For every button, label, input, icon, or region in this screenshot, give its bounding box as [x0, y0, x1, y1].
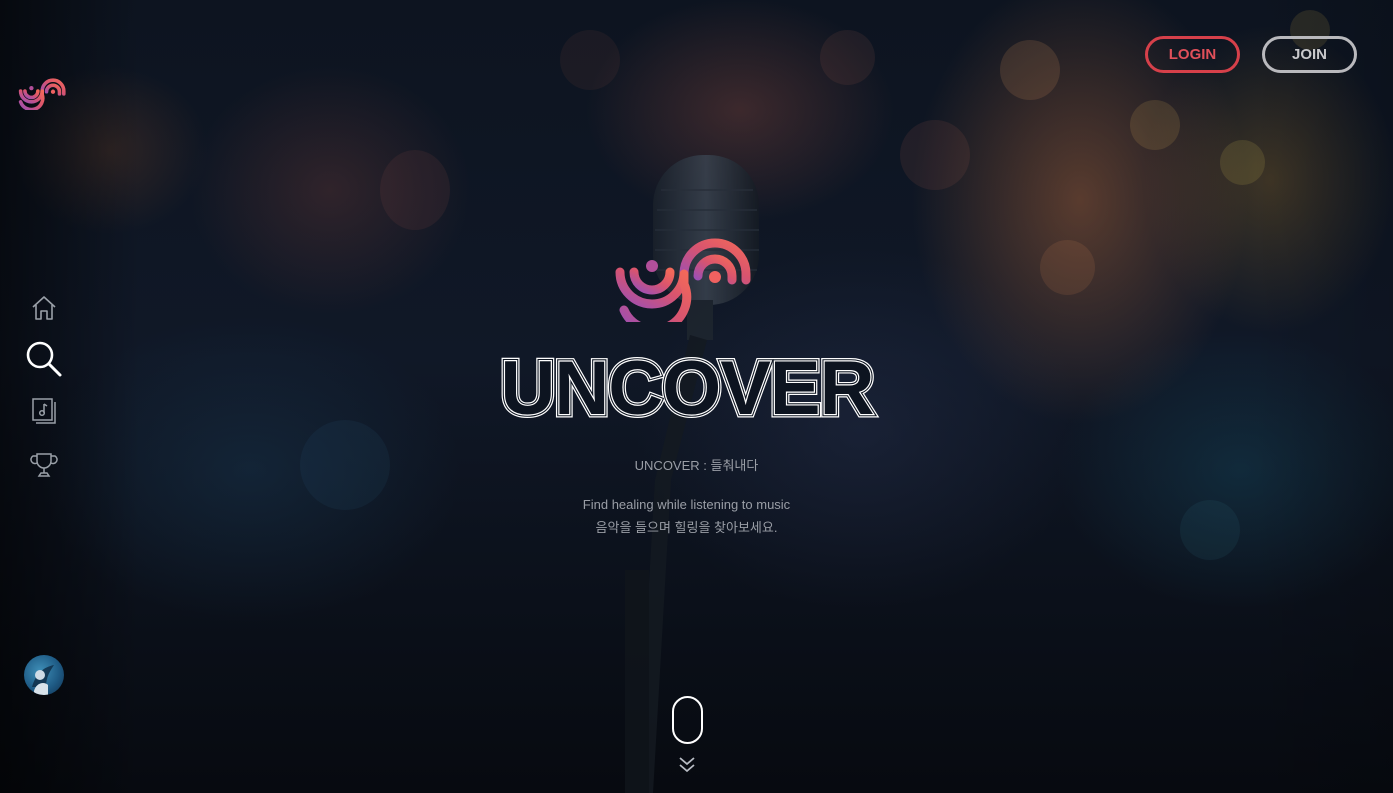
hero-description-en: Find healing while listening to music	[582, 497, 791, 512]
login-button[interactable]: LOGIN	[1145, 36, 1240, 73]
uncover-logo	[615, 238, 751, 322]
landing-page: LOGIN JOIN UNCOVER UNCOVER UNCOVER UNCOV…	[0, 0, 1393, 793]
bokeh-light	[820, 30, 875, 85]
sidebar-item-chart[interactable]	[22, 445, 66, 485]
hero-description-ko: 음악을 들으며 힐링을 찾아보세요.	[595, 520, 778, 535]
hero-title: UNCOVER UNCOVER UNCOVER UNCOVER	[497, 350, 878, 424]
bokeh-light	[560, 30, 620, 90]
sidebar	[0, 0, 88, 793]
avatar-image	[32, 665, 54, 695]
sidebar-item-search[interactable]	[22, 339, 66, 379]
hero-tagline: UNCOVER : 들춰내다	[634, 458, 759, 473]
sidebar-item-home[interactable]	[22, 288, 66, 328]
search-icon	[26, 341, 62, 377]
bokeh-light	[1040, 240, 1095, 295]
join-button[interactable]: JOIN	[1262, 36, 1357, 73]
bokeh-light	[1000, 40, 1060, 100]
music-playlist-icon	[32, 398, 56, 424]
home-icon	[32, 296, 56, 320]
trophy-icon	[30, 453, 58, 477]
bokeh-light	[1220, 140, 1265, 185]
sidebar-item-playlist[interactable]	[22, 391, 66, 431]
bokeh-light	[900, 120, 970, 190]
hero-title-core: UNCOVER	[500, 350, 873, 424]
bokeh-light	[1130, 100, 1180, 150]
bokeh-light	[380, 150, 450, 230]
mouse-icon[interactable]	[671, 695, 704, 745]
double-chevron-down-icon[interactable]	[677, 755, 697, 775]
avatar[interactable]	[24, 655, 64, 695]
uncover-logo-icon[interactable]	[17, 72, 71, 110]
